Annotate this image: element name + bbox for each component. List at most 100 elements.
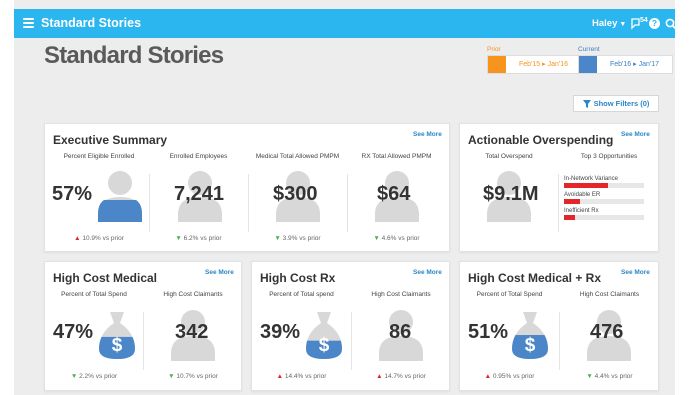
current-color-swatch xyxy=(579,56,597,73)
opportunity-label: In-Network Variance xyxy=(564,176,618,182)
metric-value: 342 xyxy=(175,321,209,343)
arrow-up-icon: ▲ xyxy=(484,373,492,380)
prior-color-swatch xyxy=(488,56,506,73)
prior-period-label: Prior xyxy=(487,46,501,53)
metric-value: $64 xyxy=(377,183,411,205)
metric-label: Total Overspend xyxy=(485,153,533,160)
see-more-link[interactable]: See More xyxy=(621,269,650,276)
opportunity-row[interactable]: Avoidable ER xyxy=(564,192,644,204)
notification-count: 54 xyxy=(640,17,648,24)
metric-label: Percent Eligible Enrolled xyxy=(63,153,135,160)
svg-text:$: $ xyxy=(319,335,330,356)
metric-label: High Cost Claimants xyxy=(371,291,431,298)
notification-button[interactable]: 54 xyxy=(631,17,651,31)
change-suffix: vs prior xyxy=(305,373,327,380)
change-suffix: vs prior xyxy=(102,235,124,242)
divider xyxy=(149,174,150,232)
opportunity-bar xyxy=(564,183,608,188)
arrow-down-icon: ▼ xyxy=(274,235,281,242)
change-value: 4.6% xyxy=(381,235,397,242)
card-title: Actionable Overspending xyxy=(468,133,614,147)
opportunity-row[interactable]: Inefficient Rx xyxy=(564,208,644,220)
opportunities-bar-list: In-Network Variance Avoidable ER Ineffic… xyxy=(564,176,644,224)
change-value: 10.9% xyxy=(82,235,101,242)
metric-value: 47% xyxy=(53,321,94,343)
opportunity-bar-track xyxy=(564,183,644,188)
filter-icon xyxy=(582,100,591,109)
card-title: Executive Summary xyxy=(53,133,168,147)
user-menu[interactable]: Haley ▼ xyxy=(592,18,626,29)
change-suffix: vs prior xyxy=(611,373,633,380)
money-bag-icon: $ xyxy=(306,312,342,359)
see-more-link[interactable]: See More xyxy=(413,269,442,276)
change-value: 0.95% xyxy=(492,373,512,380)
change-value: 10.7% xyxy=(176,373,195,380)
card-title: High Cost Rx xyxy=(260,271,336,285)
arrow-down-icon: ▼ xyxy=(586,373,593,380)
metric-value: $9.1M xyxy=(483,183,539,205)
change-suffix: vs prior xyxy=(196,373,218,380)
opportunity-bar-track xyxy=(564,215,644,220)
change-suffix: vs prior xyxy=(398,235,420,242)
see-more-link[interactable]: See More xyxy=(413,131,442,138)
arrow-up-icon: ▲ xyxy=(376,373,383,380)
show-filters-button[interactable]: Show Filters (0) xyxy=(573,95,659,112)
metric-change: ▲ 14.4% vs prior xyxy=(252,373,351,380)
card-title: High Cost Medical xyxy=(53,271,158,285)
svg-text:$: $ xyxy=(525,335,536,356)
high-cost-medical-card: High Cost Medical See More Percent of To… xyxy=(44,261,242,391)
opportunity-row[interactable]: In-Network Variance xyxy=(564,176,644,188)
actionable-overspending-card: Actionable Overspending See More Total O… xyxy=(459,123,659,252)
executive-summary-card: Executive Summary See More Percent Eligi… xyxy=(44,123,450,252)
metric-change: ▼ 4.6% vs prior xyxy=(347,235,446,242)
opportunity-label: Inefficient Rx xyxy=(564,208,599,214)
svg-text:$: $ xyxy=(112,335,123,356)
current-period-selector[interactable]: Feb'16 ▸ Jan'17 xyxy=(578,55,673,74)
metric-change: ▼ 3.9% vs prior xyxy=(248,235,347,242)
opportunity-bar xyxy=(564,199,580,204)
metric-label: Percent of Total Spend xyxy=(61,291,127,298)
metric-label: Percent of Total Spend xyxy=(476,291,543,298)
change-value: 14.7% xyxy=(384,373,403,380)
arrow-down-icon: ▼ xyxy=(175,235,182,242)
metric-label: RX Total Allowed PMPM xyxy=(361,153,432,160)
prior-period-range: Feb'15 ▸ Jan'16 xyxy=(519,61,568,68)
arrow-down-icon: ▼ xyxy=(373,235,380,242)
page-title: Standard Stories xyxy=(44,42,224,69)
metric-change: ▼ 6.2% vs prior xyxy=(149,235,248,242)
chevron-down-icon: ▼ xyxy=(619,21,627,28)
change-suffix: vs prior xyxy=(200,235,222,242)
divider xyxy=(351,312,352,370)
opportunity-bar xyxy=(564,215,576,220)
metric-label: High Cost Claimants xyxy=(579,291,640,298)
metric-value: 51% xyxy=(468,321,509,343)
metric-change: ▼ 4.4% vs prior xyxy=(559,373,660,380)
metric-label: Medical Total Allowed PMPM xyxy=(255,153,340,160)
app-window: Standard Stories Haley ▼ 54 ? Standard St… xyxy=(14,0,675,395)
metric-value: 57% xyxy=(52,183,93,205)
change-suffix: vs prior xyxy=(404,373,426,380)
arrow-down-icon: ▼ xyxy=(70,373,78,380)
search-icon[interactable] xyxy=(665,17,675,35)
prior-period-selector[interactable]: Feb'15 ▸ Jan'16 xyxy=(487,55,582,74)
metric-label: Enrolled Employees xyxy=(169,153,228,160)
change-suffix: vs prior xyxy=(95,373,118,380)
see-more-link[interactable]: See More xyxy=(205,269,234,276)
see-more-link[interactable]: See More xyxy=(621,131,650,138)
metric-label: Percent of Total spend xyxy=(269,291,334,298)
metric-value: 476 xyxy=(590,321,624,343)
change-value: 2.2% xyxy=(79,373,94,380)
app-title: Standard Stories xyxy=(41,16,142,30)
show-filters-label: Show Filters (0) xyxy=(593,99,650,108)
opportunity-label: Avoidable ER xyxy=(564,192,601,198)
divider xyxy=(559,312,560,370)
opportunity-bar-track xyxy=(564,199,644,204)
metric-change: ▼ 2.2% vs prior xyxy=(45,373,143,380)
current-period-range: Feb'16 ▸ Jan'17 xyxy=(610,61,659,68)
divider xyxy=(248,174,249,232)
divider xyxy=(558,174,559,232)
help-icon[interactable]: ? xyxy=(649,18,660,29)
metric-label: Top 3 Opportunities xyxy=(580,153,638,160)
high-cost-rx-card: High Cost Rx See More Percent of Total s… xyxy=(251,261,450,391)
hamburger-menu-icon[interactable] xyxy=(23,18,34,28)
